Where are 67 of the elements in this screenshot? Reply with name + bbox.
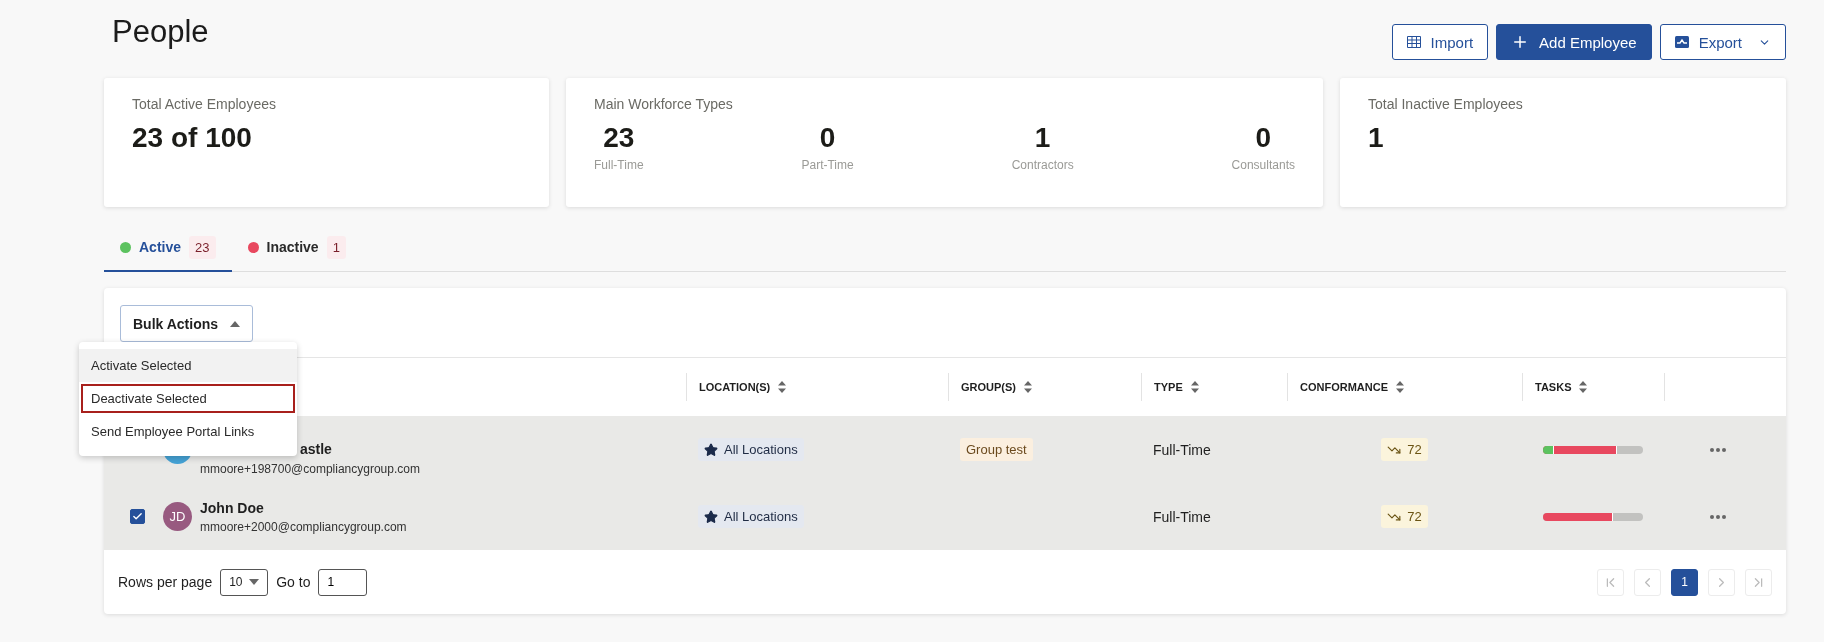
more-options-button[interactable] <box>1710 447 1726 452</box>
add-button[interactable]: Add Employee <box>1496 24 1652 60</box>
table-row[interactable]: JD John Doe mmoore+2000@compliancygroup.com All Locations Full-Time 72 <box>104 483 1786 550</box>
more-icon <box>1710 447 1726 452</box>
more-options-button[interactable] <box>1710 514 1726 519</box>
count-badge: 1 <box>326 235 346 259</box>
stat-value: 0 <box>819 122 836 154</box>
tab-label: Active <box>139 239 182 255</box>
column-header: LOCATION(S) <box>699 381 771 393</box>
sort-icon[interactable] <box>1396 381 1404 393</box>
employee-type: Full-Time <box>1153 508 1211 525</box>
status-tab[interactable]: Active 23 <box>104 224 232 272</box>
page-button[interactable]: 1 <box>1671 568 1698 596</box>
column-header: GROUP(S) <box>961 381 1016 393</box>
group-tag: Group test <box>960 438 1033 461</box>
caret-icon <box>230 320 241 327</box>
employee-email: mmoore+2000@compliancygroup.com <box>200 519 407 534</box>
stat-value: 0 <box>1255 122 1272 154</box>
stat-label: Consultants <box>1231 158 1295 172</box>
count-badge: 23 <box>189 235 216 259</box>
sort-icon[interactable] <box>1190 381 1199 393</box>
sort-icon[interactable] <box>1579 381 1588 393</box>
stat-value: 1 <box>1368 122 1385 154</box>
stat-label: Part-Time <box>801 158 854 172</box>
column-header: TASKS <box>1535 381 1572 393</box>
more-icon <box>1710 514 1726 519</box>
row-checkbox[interactable] <box>130 509 145 524</box>
stat-label: Full-Time <box>594 158 644 172</box>
location-tag: All Locations <box>698 505 804 528</box>
sort-icon[interactable] <box>1024 381 1032 393</box>
column-header: TYPE <box>1154 381 1183 393</box>
tab-label: Inactive <box>266 239 319 255</box>
star-icon <box>704 442 718 457</box>
stat-value: 23 <box>603 122 635 154</box>
import-button[interactable]: Import <box>1391 24 1489 60</box>
menu-item[interactable]: Send Employee Portal Links <box>79 415 297 448</box>
menu-item[interactable]: Activate Selected <box>79 349 297 382</box>
stat-label: Contractors <box>1011 158 1074 172</box>
star-icon <box>704 509 718 524</box>
column-header: CONFORMANCE <box>1300 381 1388 393</box>
employee-type: Full-Time <box>1153 441 1211 458</box>
rows-per-page-select[interactable]: 10 <box>220 568 269 596</box>
export-button[interactable]: Export <box>1659 24 1786 60</box>
page-title: People <box>112 14 209 50</box>
table-icon <box>1406 36 1421 48</box>
status-tab[interactable]: Inactive 1 <box>231 224 362 272</box>
stat-title: Total Active Employees <box>132 96 277 112</box>
conformance-score: 72 <box>1381 438 1428 461</box>
menu-item[interactable]: Deactivate Selected <box>79 382 297 415</box>
bulk-actions-dropdown[interactable]: Bulk Actions <box>120 305 254 342</box>
rows-per-page-label: Rows per page <box>118 574 213 590</box>
avatar: JD <box>163 502 192 531</box>
stat-value: 1 <box>1034 122 1051 154</box>
check-icon <box>132 511 143 522</box>
location-tag: All Locations <box>698 438 804 461</box>
employee-name: John Doe <box>200 499 265 516</box>
employee-email: mmoore+198700@compliancygroup.com <box>200 461 420 476</box>
chart-icon <box>1674 36 1689 48</box>
caret-icon <box>249 579 260 585</box>
stat-value: 23 of 100 <box>132 122 253 154</box>
sort-icon[interactable] <box>778 381 787 393</box>
employee-name: astle <box>300 440 332 457</box>
go-to-label: Go to <box>276 574 311 590</box>
go-to-page-field[interactable]: 1 <box>318 568 368 596</box>
stat-title: Main Workforce Types <box>594 96 734 112</box>
conformance-score: 72 <box>1381 505 1428 528</box>
stat-title: Total Inactive Employees <box>1368 96 1524 112</box>
